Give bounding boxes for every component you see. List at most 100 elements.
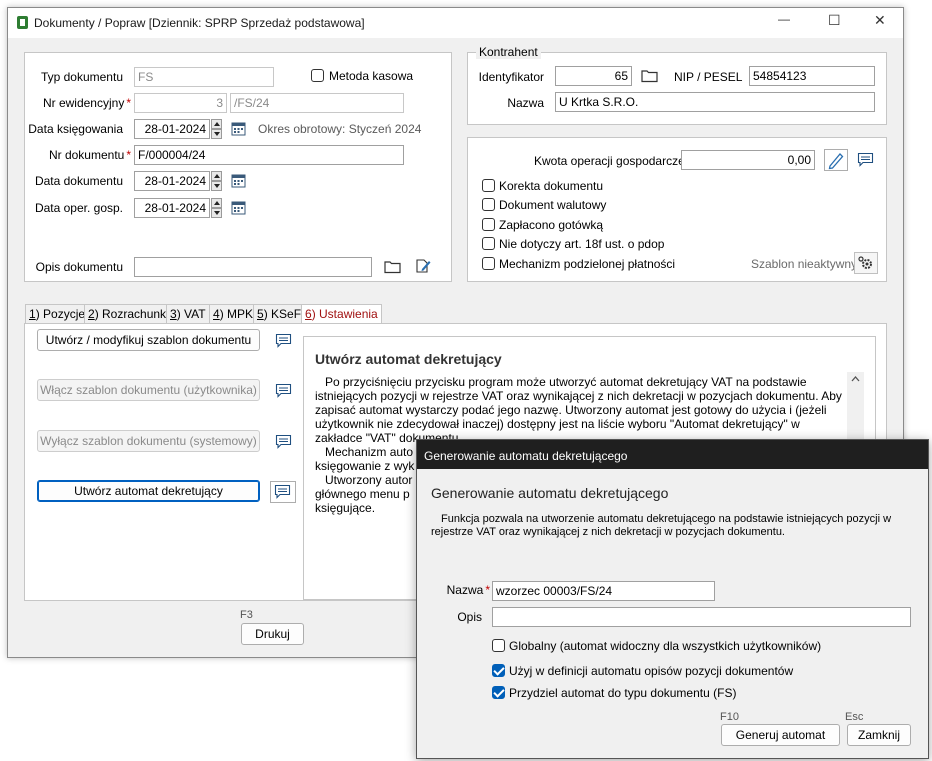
korekta-label: Korekta dokumentu bbox=[499, 179, 604, 193]
calendar-icon[interactable] bbox=[231, 121, 246, 136]
opis-dokumentu-label: Opis dokumentu bbox=[35, 260, 123, 274]
nazwa-field[interactable]: U Krtka S.R.O. bbox=[555, 92, 875, 112]
dialog-opis-field[interactable] bbox=[492, 607, 911, 627]
kwota-field[interactable]: 0,00 bbox=[681, 150, 815, 170]
window-title: Dokumenty / Popraw [Dziennik: SPRP Sprze… bbox=[34, 16, 365, 30]
tab-rozrachunki[interactable]: 2) Rozrachunki bbox=[84, 304, 173, 324]
dialog-nazwa-field[interactable]: wzorzec 00003/FS/24 bbox=[492, 581, 715, 601]
data-dokumentu-label: Data dokumentu bbox=[34, 174, 123, 188]
help-text-1: Po przyciśnięciu przycisku program może … bbox=[315, 375, 842, 445]
korekta-checkbox[interactable] bbox=[482, 179, 495, 192]
edit-note-icon[interactable] bbox=[415, 258, 431, 274]
opisy-pozycji-label: Użyj w definicji automatu opisów pozycji… bbox=[509, 664, 794, 678]
opisy-pozycji-checkbox[interactable] bbox=[492, 664, 505, 677]
close-button[interactable]: ✕ bbox=[874, 12, 886, 29]
comment-icon[interactable] bbox=[275, 333, 292, 348]
generate-dialog: Generowanie automatu dekretującego Gener… bbox=[416, 439, 929, 759]
globalny-checkbox[interactable] bbox=[492, 639, 505, 652]
tab-ustawienia[interactable]: 6) Ustawienia bbox=[301, 304, 382, 325]
calendar-icon[interactable] bbox=[231, 173, 246, 188]
disable-template-button[interactable]: Wyłącz szablon dokumentu (systemowy) bbox=[37, 430, 260, 452]
print-button[interactable]: Drukuj bbox=[241, 623, 304, 645]
typ-dokumentu-label: Typ dokumentu bbox=[40, 70, 123, 84]
nr-dokumentu-label: Nr dokumentu * bbox=[48, 148, 131, 162]
help-text-2b: księgowanie z wyk bbox=[315, 459, 415, 473]
art18f-checkbox[interactable] bbox=[482, 237, 495, 250]
gear-icon[interactable] bbox=[854, 252, 878, 274]
szablon-status: Szablon nieaktywny bbox=[751, 257, 858, 271]
calendar-icon[interactable] bbox=[231, 200, 246, 215]
help-text-2a: Mechanizm auto bbox=[325, 445, 414, 459]
data-dokumentu-field[interactable]: 28-01-2024 bbox=[134, 171, 210, 191]
comment-icon[interactable] bbox=[275, 434, 292, 449]
nr-ewidencyjny-label: Nr ewidencyjny * bbox=[42, 96, 131, 110]
globalny-label: Globalny (automat widoczny dla wszystkic… bbox=[509, 639, 822, 653]
tab-mpk[interactable]: 4) MPK bbox=[209, 304, 258, 324]
data-dokumentu-spinner[interactable] bbox=[211, 171, 222, 191]
folder-icon[interactable] bbox=[641, 68, 658, 83]
gotowka-checkbox[interactable] bbox=[482, 218, 495, 231]
kontrahent-group-label: Kontrahent bbox=[476, 45, 541, 59]
mpp-label: Mechanizm podzielonej płatności bbox=[499, 257, 676, 271]
metoda-kasowa-label: Metoda kasowa bbox=[329, 69, 414, 83]
folder-icon[interactable] bbox=[384, 259, 401, 274]
tab-vat[interactable]: 3) VAT bbox=[166, 304, 210, 324]
data-oper-label: Data oper. gosp. bbox=[34, 201, 123, 215]
walutowy-label: Dokument walutowy bbox=[499, 198, 607, 212]
kwota-label: Kwota operacji gospodarczej bbox=[534, 154, 688, 168]
help-title: Utwórz automat dekretujący bbox=[315, 351, 502, 367]
dialog-description: Funkcja pozwala na utworzenie automatu d… bbox=[431, 513, 892, 538]
okres-obrotowy-label: Okres obrotowy: Styczeń 2024 bbox=[258, 122, 422, 136]
comment-icon[interactable] bbox=[275, 383, 292, 398]
help-text-3a: Utworzony autor bbox=[325, 473, 413, 487]
opis-dokumentu-field[interactable] bbox=[134, 257, 372, 277]
gotowka-label: Zapłacono gotówką bbox=[499, 218, 604, 232]
app-icon bbox=[17, 16, 28, 29]
metoda-kasowa-checkbox[interactable] bbox=[311, 69, 324, 82]
pencil-icon[interactable] bbox=[824, 149, 848, 171]
kontrahent-group: Kontrahent Identyfikator 65 NIP / PESEL … bbox=[467, 45, 887, 125]
dialog-opis-label: Opis bbox=[457, 610, 482, 624]
enable-template-button[interactable]: Włącz szablon dokumentu (użytkownika) bbox=[37, 379, 260, 401]
nr-ewidencyjny-suffix: /FS/24 bbox=[230, 93, 404, 113]
dialog-title-bar[interactable]: Generowanie automatu dekretującego bbox=[417, 440, 928, 469]
nip-field[interactable]: 54854123 bbox=[749, 66, 875, 86]
identyfikator-field[interactable]: 65 bbox=[555, 66, 632, 86]
dialog-title: Generowanie automatu dekretującego bbox=[424, 449, 628, 463]
modify-template-button[interactable]: Utwórz / modyfikuj szablon dokumentu bbox=[37, 329, 260, 351]
przydziel-label: Przydziel automat do typu dokumentu (FS) bbox=[509, 686, 737, 700]
comment-icon[interactable] bbox=[857, 152, 874, 167]
mpp-checkbox[interactable] bbox=[482, 257, 495, 270]
generate-shortcut: F10 bbox=[720, 711, 739, 723]
nazwa-label: Nazwa bbox=[507, 96, 544, 110]
przydziel-checkbox[interactable] bbox=[492, 686, 505, 699]
generate-automat-button[interactable]: Generuj automat bbox=[721, 724, 840, 746]
data-ksiegowania-spinner[interactable] bbox=[211, 119, 222, 139]
dialog-nazwa-label: Nazwa * bbox=[446, 583, 490, 597]
document-group: Typ dokumentu FS Metoda kasowa Nr ewiden… bbox=[24, 52, 452, 282]
close-dialog-shortcut: Esc bbox=[845, 711, 864, 723]
minimize-button[interactable]: — bbox=[778, 12, 790, 26]
data-ksiegowania-label: Data księgowania bbox=[28, 122, 123, 136]
walutowy-checkbox[interactable] bbox=[482, 198, 495, 211]
nr-dokumentu-field[interactable]: F/000004/24 bbox=[134, 145, 404, 165]
data-ksiegowania-field[interactable]: 28-01-2024 bbox=[134, 119, 210, 139]
dialog-heading: Generowanie automatu dekretującego bbox=[431, 485, 669, 501]
nr-ewidencyjny-number: 3 bbox=[134, 93, 227, 113]
art18f-label: Nie dotyczy art. 18f ust. o pdop bbox=[499, 237, 665, 251]
help-text-3c: księgujące. bbox=[315, 501, 376, 515]
typ-dokumentu-field: FS bbox=[134, 67, 274, 87]
help-text-3b: głównego menu p bbox=[315, 487, 410, 501]
data-oper-field[interactable]: 28-01-2024 bbox=[134, 198, 210, 218]
identyfikator-label: Identyfikator bbox=[478, 70, 544, 84]
title-bar[interactable]: Dokumenty / Popraw [Dziennik: SPRP Sprze… bbox=[8, 8, 903, 38]
data-oper-spinner[interactable] bbox=[211, 198, 222, 218]
comment-icon[interactable] bbox=[270, 481, 296, 503]
maximize-button[interactable]: ☐ bbox=[828, 12, 841, 29]
operacja-group: Kwota operacji gospodarczej 0,00 Korekta… bbox=[467, 137, 887, 282]
tab-ksef[interactable]: 5) KSeF bbox=[253, 304, 306, 324]
tab-pozycje[interactable]: 1) Pozycje bbox=[25, 304, 90, 324]
close-dialog-button[interactable]: Zamknij bbox=[847, 724, 911, 746]
print-shortcut: F3 bbox=[240, 609, 253, 621]
create-automat-button[interactable]: Utwórz automat dekretujący bbox=[37, 480, 260, 502]
